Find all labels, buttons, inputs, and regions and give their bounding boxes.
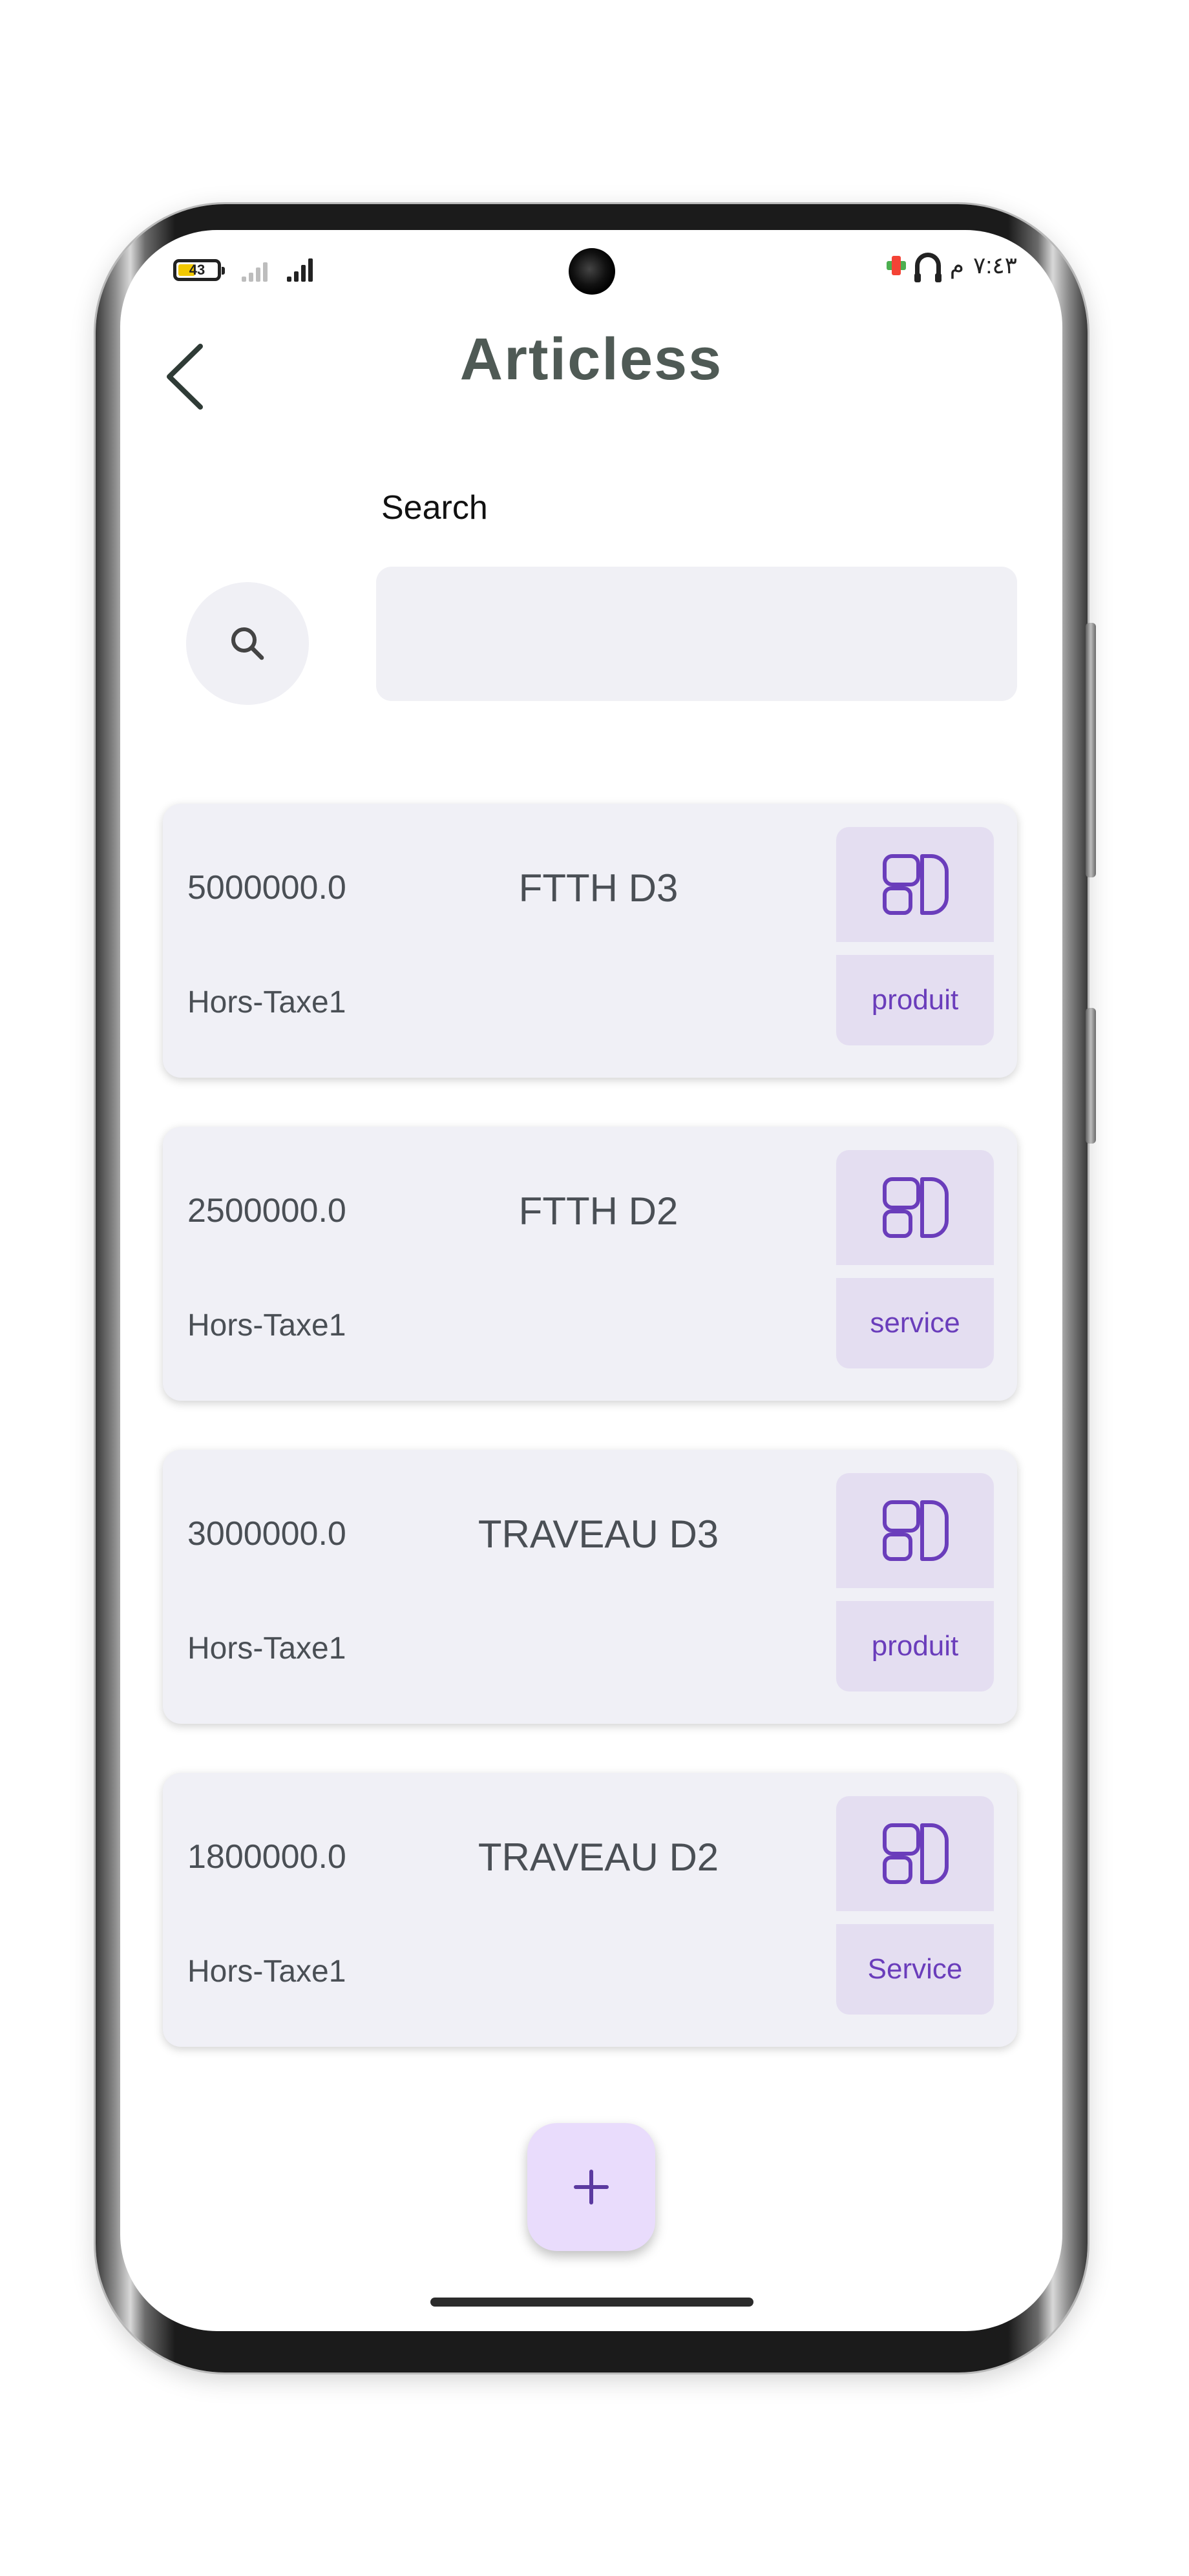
search-button[interactable]	[186, 582, 309, 705]
article-name: TRAVEAU D3	[478, 1513, 719, 1556]
home-indicator[interactable]	[430, 2298, 753, 2307]
battery-icon: 43	[173, 259, 225, 281]
status-right: م ٧:٤٣	[886, 252, 1017, 282]
article-price: 2500000.0	[187, 1192, 346, 1230]
article-tax: Hors-Taxe1	[187, 1954, 346, 1989]
article-card[interactable]: 1800000.0 TRAVEAU D2 Hors-Taxe1 Service	[163, 1773, 1017, 2047]
signal-sim1-icon	[287, 257, 313, 282]
page-title: Articless	[459, 326, 723, 392]
article-card[interactable]: 5000000.0 FTTH D3 Hors-Taxe1 produit	[163, 804, 1017, 1078]
article-price: 3000000.0	[187, 1515, 346, 1553]
front-camera	[569, 248, 615, 295]
article-card[interactable]: 2500000.0 FTTH D2 Hors-Taxe1 service	[163, 1127, 1017, 1401]
article-type-button[interactable]	[836, 1473, 994, 1588]
article-type-button[interactable]	[836, 827, 994, 942]
status-bar: 43 م ٧:٤٣	[120, 230, 1062, 314]
article-tax: Hors-Taxe1	[187, 985, 346, 1020]
widgets-icon	[883, 1823, 949, 1884]
article-name: FTTH D3	[518, 866, 679, 910]
add-article-button[interactable]	[527, 2123, 655, 2251]
battery-level: 43	[189, 262, 205, 278]
plus-icon	[574, 2170, 609, 2204]
widgets-icon	[883, 854, 949, 915]
signal-sim2-icon	[242, 257, 268, 282]
status-time: ٧:٤٣	[973, 252, 1017, 278]
search-input[interactable]	[376, 567, 1017, 701]
app-screen: 43 م ٧:٤٣ Articless Search 5000000.0 FTT…	[120, 230, 1062, 2331]
search-label: Search	[381, 489, 488, 527]
widgets-icon	[883, 1177, 949, 1238]
article-type-button[interactable]	[836, 1796, 994, 1911]
widgets-icon	[883, 1500, 949, 1561]
article-name: FTTH D2	[518, 1189, 679, 1233]
search-icon	[231, 627, 264, 660]
article-type-label: service	[836, 1278, 994, 1368]
article-price: 1800000.0	[187, 1838, 346, 1876]
puzzle-icon	[886, 256, 906, 275]
article-card[interactable]: 3000000.0 TRAVEAU D3 Hors-Taxe1 produit	[163, 1450, 1017, 1724]
power-button	[1086, 1008, 1096, 1144]
headphones-icon	[914, 253, 942, 282]
article-type-label: Service	[836, 1924, 994, 2015]
volume-button	[1086, 623, 1096, 877]
article-tax: Hors-Taxe1	[187, 1308, 346, 1343]
article-type-label: produit	[836, 955, 994, 1045]
status-period: م	[949, 252, 964, 278]
article-name: TRAVEAU D2	[478, 1836, 719, 1879]
article-type-button[interactable]	[836, 1150, 994, 1265]
article-type-label: produit	[836, 1601, 994, 1691]
article-tax: Hors-Taxe1	[187, 1631, 346, 1666]
article-price: 5000000.0	[187, 869, 346, 906]
